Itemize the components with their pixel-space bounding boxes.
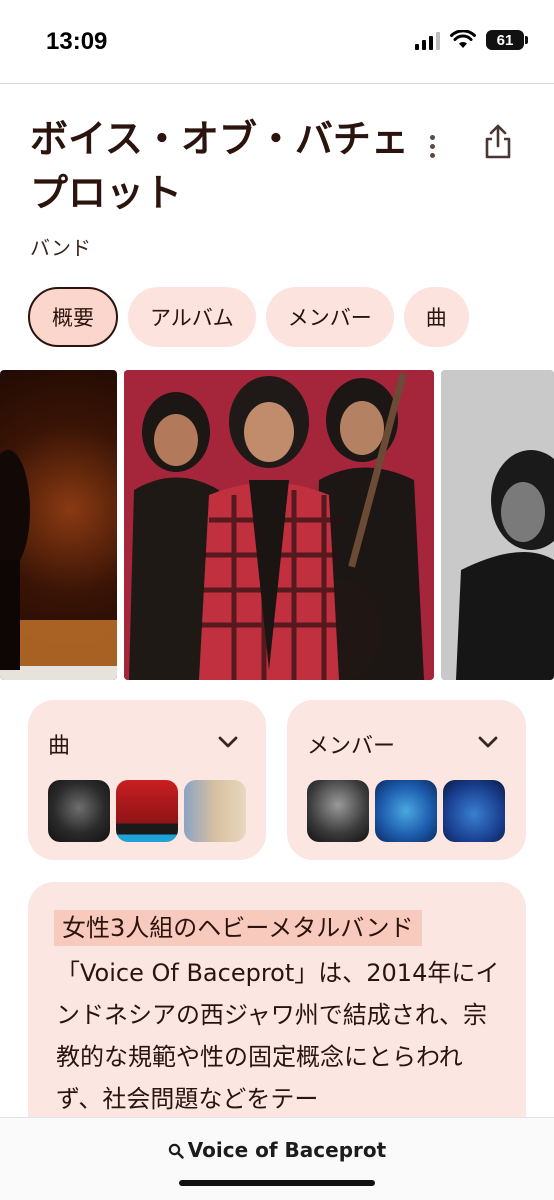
song-thumbnail[interactable] — [184, 780, 246, 842]
chevron-down-icon[interactable] — [216, 730, 240, 754]
tab-songs[interactable]: 曲 — [403, 287, 469, 347]
status-time: 13:09 — [46, 28, 108, 55]
member-thumbnail[interactable] — [307, 780, 369, 842]
bottom-search-bar[interactable]: Voice of Baceprot — [0, 1117, 554, 1200]
song-thumbnail[interactable] — [116, 780, 178, 842]
battery-icon: 61 — [486, 30, 528, 50]
description-card: 女性3人組のヘビーメタルバンド 「Voice Of Baceprot」は、201… — [28, 882, 526, 1142]
members-card[interactable]: メンバー — [287, 700, 526, 860]
search-icon — [168, 1143, 184, 1159]
member-thumbnail[interactable] — [443, 780, 505, 842]
image-carousel[interactable] — [0, 370, 554, 680]
tab-members[interactable]: メンバー — [265, 287, 394, 347]
wifi-icon — [450, 30, 476, 48]
tab-chips: 概要 アルバム メンバー 曲 — [28, 287, 469, 347]
band-photo-3[interactable] — [441, 370, 554, 680]
description-headline: 女性3人組のヘビーメタルバンド — [54, 910, 422, 946]
band-photo-1[interactable] — [0, 370, 117, 680]
battery-level: 61 — [496, 31, 514, 49]
songs-card-title: 曲 — [48, 734, 71, 759]
members-thumbnails — [307, 780, 505, 842]
songs-thumbnails — [48, 780, 246, 842]
search-query-text: Voice of Baceprot — [187, 1138, 387, 1162]
home-indicator — [179, 1180, 375, 1186]
more-vertical-icon — [429, 134, 435, 140]
description-body: 「Voice Of Baceprot」は、2014年にインドネシアの西ジャワ州で… — [56, 959, 500, 1113]
tab-overview[interactable]: 概要 — [28, 287, 118, 347]
tab-albums[interactable]: アルバム — [128, 287, 256, 347]
cellular-signal-icon — [415, 30, 440, 50]
chevron-down-icon[interactable] — [476, 730, 500, 754]
member-thumbnail[interactable] — [375, 780, 437, 842]
song-thumbnail[interactable] — [48, 780, 110, 842]
status-bar: 13:09 61 — [0, 0, 554, 84]
page-title: ボイス・オブ・バチェプロット — [30, 117, 409, 215]
share-icon[interactable] — [480, 122, 516, 162]
band-photo-2[interactable] — [124, 370, 434, 680]
more-options-button[interactable] — [418, 128, 446, 164]
status-icons: 61 — [415, 30, 528, 50]
search-query[interactable]: Voice of Baceprot — [0, 1138, 554, 1162]
members-card-title: メンバー — [307, 734, 396, 759]
songs-card[interactable]: 曲 — [28, 700, 266, 860]
page-subtitle: バンド — [30, 236, 91, 260]
